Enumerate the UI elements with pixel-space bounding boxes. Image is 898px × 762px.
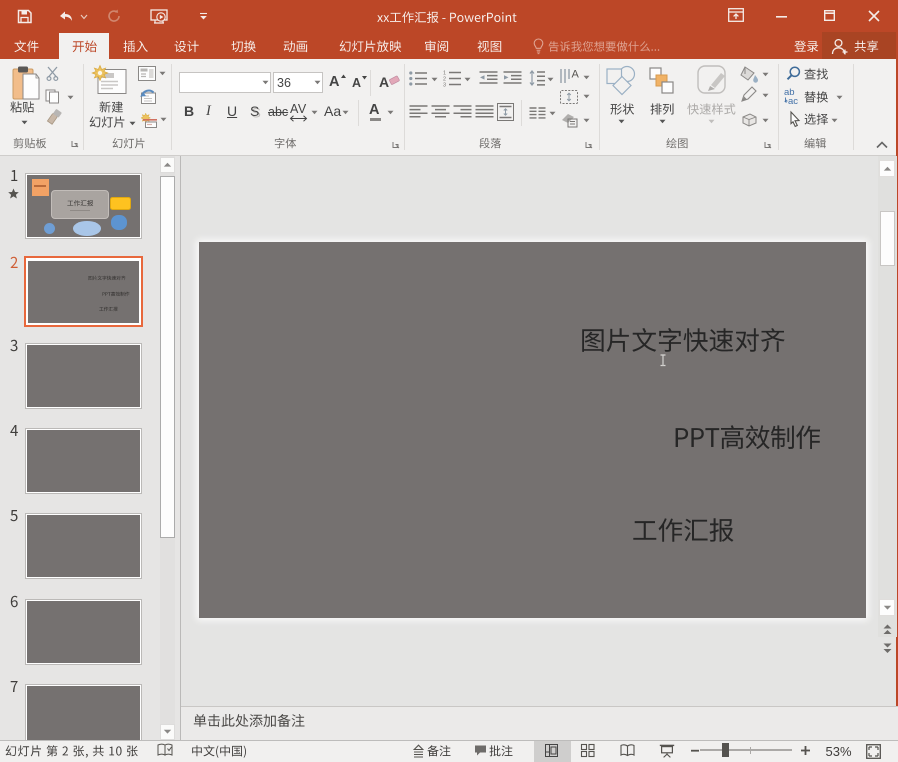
svg-text:ac: ac bbox=[788, 96, 798, 107]
svg-text:A: A bbox=[572, 69, 580, 81]
svg-text:3: 3 bbox=[443, 83, 446, 89]
